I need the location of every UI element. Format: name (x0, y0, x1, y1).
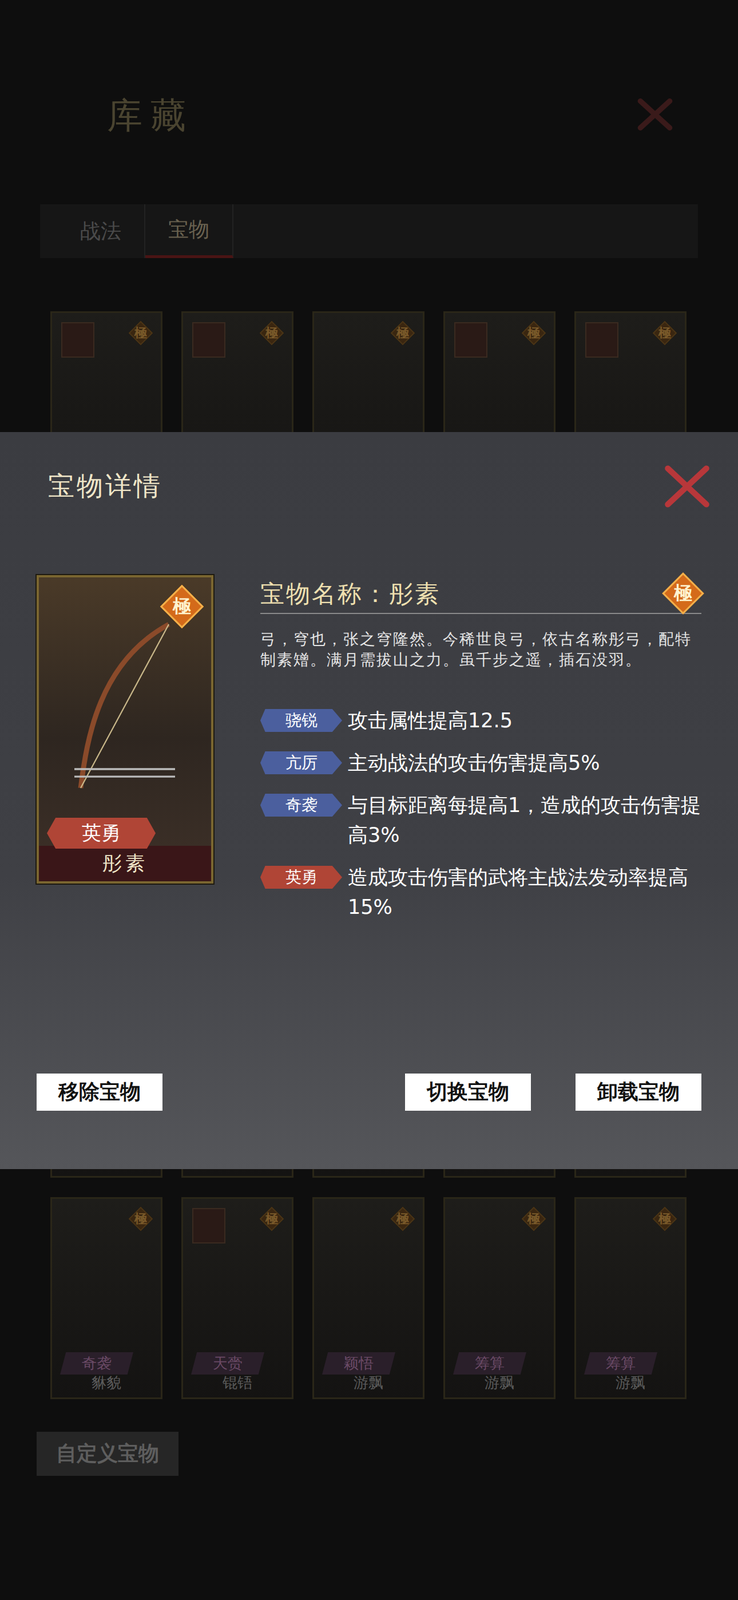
effect-text: 与目标距离每提高1，造成的攻击伤害提高3% (347, 790, 702, 850)
screen-title: 库藏 (106, 94, 194, 137)
grade-badge: 極 (259, 1206, 284, 1231)
portrait-icon (61, 322, 95, 358)
tab[interactable]: 战法 (57, 204, 146, 259)
modal-body: 極英勇彤素宝物名称：彤素極弓，穹也，张之穹隆然。今稀世良弓，依古名称彤弓，配特制… (0, 574, 738, 922)
card-name: 游飘 (314, 1372, 423, 1393)
close-icon[interactable] (635, 94, 676, 135)
grade-badge: 極 (652, 1206, 677, 1231)
effect-row: 奇袭与目标距离每提高1，造成的攻击伤害提高3% (260, 790, 702, 850)
card-tag: 筹算 (584, 1351, 658, 1375)
button-row: 移除宝物 切换宝物 卸载宝物 (0, 1073, 738, 1169)
treasure-card[interactable]: 極颖悟游飘 (312, 1196, 425, 1399)
treasure-card: 極英勇彤素 (36, 574, 214, 884)
grade-badge: 極 (390, 1206, 415, 1231)
treasure-detail-modal: 宝物详情極英勇彤素宝物名称：彤素極弓，穹也，张之穹隆然。今稀世良弓，依古名称彤弓… (0, 431, 738, 1169)
effect-text: 攻击属性提高12.5 (347, 705, 513, 736)
card-name: 彤素 (38, 845, 212, 882)
effect-tag: 亢厉 (260, 751, 343, 775)
card-tag: 颖悟 (322, 1351, 396, 1375)
treasure-card[interactable]: 極天赍锟铻 (181, 1196, 294, 1399)
grade-badge: 極 (521, 1206, 546, 1231)
grade-badge: 極 (128, 320, 153, 345)
header: 库藏 (0, 0, 738, 205)
card-tag: 天赍 (191, 1351, 265, 1375)
portrait-icon (192, 322, 226, 358)
modal-header: 宝物详情 (0, 431, 738, 513)
grade-badge: 極 (163, 587, 201, 626)
effect-tag: 骁锐 (260, 708, 343, 732)
grade-badge: 極 (259, 320, 284, 345)
grade-badge: 極 (521, 320, 546, 345)
treasure-card[interactable]: 極筹算游飘 (574, 1196, 687, 1399)
treasure-name: 宝物名称：彤素 (260, 577, 441, 610)
treasure-description: 弓，穹也，张之穹隆然。今稀世良弓，依古名称彤弓，配特制素矰。满月需拔山之力。虽千… (260, 628, 702, 670)
grade-badge: 極 (652, 320, 677, 345)
card-name: 锟铻 (183, 1372, 292, 1393)
tab-bar: 战法宝物 (40, 204, 698, 259)
portrait-icon (454, 322, 488, 358)
effect-tag: 英勇 (260, 865, 343, 889)
treasure-info: 宝物名称：彤素 極弓，穹也，张之穹隆然。今稀世良弓，依古名称彤弓，配特制素矰。满月… (260, 574, 702, 922)
card-name: 游飘 (445, 1372, 554, 1393)
modal-title: 宝物详情 (48, 468, 163, 505)
treasure-image: 極英勇 (38, 577, 212, 846)
card-tag: 英勇 (46, 817, 156, 849)
card-tag: 奇袭 (60, 1351, 134, 1375)
grade-badge: 極 (664, 574, 702, 612)
effect-list: 骁锐攻击属性提高12.5亢厉主动战法的攻击伤害提高5%奇袭与目标距离每提高1，造… (260, 705, 702, 922)
action-button[interactable]: 卸载宝物 (575, 1073, 702, 1111)
tab[interactable]: 宝物 (145, 204, 234, 259)
effect-row: 英勇造成攻击伤害的武将主战法发动率提高15% (260, 862, 702, 922)
close-icon[interactable] (661, 460, 713, 513)
grade-badge: 極 (128, 1206, 153, 1231)
custom-treasure-button[interactable]: 自定义宝物 (36, 1431, 179, 1476)
effect-text: 主动战法的攻击伤害提高5% (347, 747, 601, 778)
effect-text: 造成攻击伤害的武将主战法发动率提高15% (347, 862, 702, 922)
card-name: 貅貌 (52, 1372, 161, 1393)
treasure-card[interactable]: 極奇袭貅貌 (50, 1196, 163, 1399)
portrait-icon (192, 1207, 226, 1244)
name-row: 宝物名称：彤素 極 (260, 574, 702, 614)
card-name: 游飘 (576, 1372, 685, 1393)
portrait-icon (585, 322, 619, 358)
effect-tag: 奇袭 (260, 793, 343, 817)
treasure-card[interactable]: 極筹算游飘 (443, 1196, 556, 1399)
action-button[interactable]: 切换宝物 (405, 1073, 531, 1111)
effect-row: 亢厉主动战法的攻击伤害提高5% (260, 747, 702, 778)
action-button[interactable]: 移除宝物 (36, 1073, 163, 1111)
bow-icon (61, 611, 188, 801)
grade-badge: 極 (390, 320, 415, 345)
card-tag: 筹算 (453, 1351, 527, 1375)
effect-row: 骁锐攻击属性提高12.5 (260, 705, 702, 736)
storage-screen: 库藏战法宝物極極極極極極奇袭貅貌極天赍锟铻極颖悟游飘極筹算游飘極筹算游飘自定义宝… (0, 0, 738, 1600)
